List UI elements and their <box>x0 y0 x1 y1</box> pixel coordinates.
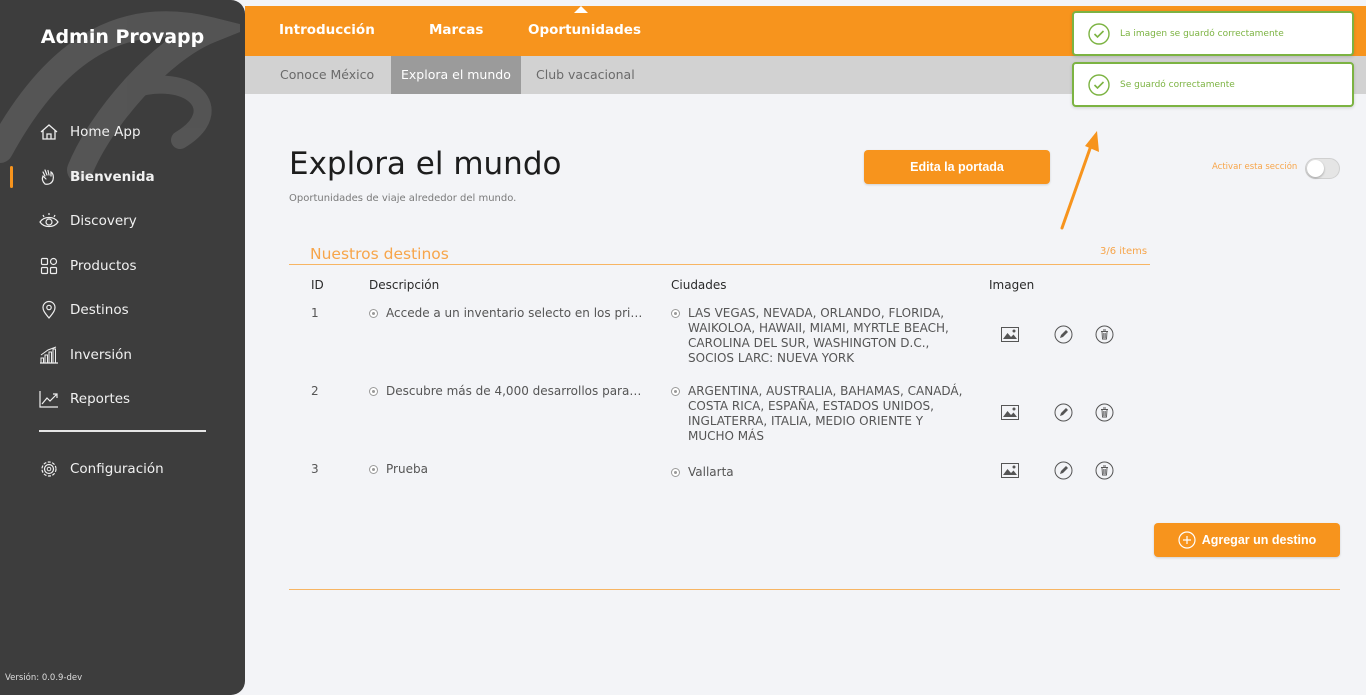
sidebar-item-label: Inversión <box>70 346 132 363</box>
sidebar-item-home-app[interactable]: Home App <box>0 110 245 155</box>
page-title: Explora el mundo <box>289 146 562 182</box>
sidebar-item-destinos[interactable]: Destinos <box>0 288 245 333</box>
sidebar-item-label: Bienvenida <box>70 168 155 185</box>
subtab-club-vacacional[interactable]: Club vacacional <box>526 56 645 94</box>
tab-introduccion[interactable]: Introducción <box>279 22 375 38</box>
sidebar-item-label: Reportes <box>70 391 131 408</box>
gear-icon <box>38 458 60 480</box>
sidebar-item-bienvenida[interactable]: Bienvenida <box>0 155 245 200</box>
grid-icon <box>38 255 60 277</box>
image-icon[interactable] <box>1000 460 1020 480</box>
row-id: 2 <box>311 384 319 398</box>
bullet-icon <box>671 468 680 477</box>
line-chart-icon <box>38 388 60 410</box>
sidebar-item-label: Home App <box>70 124 141 141</box>
active-tab-indicator <box>574 6 588 13</box>
bullet-icon <box>369 309 378 318</box>
toast-image-saved: La imagen se guardó correctamente <box>1072 11 1354 56</box>
wave-hand-icon <box>38 166 60 188</box>
sidebar: Admin Provapp Home App Bienvenida Discov… <box>0 0 245 695</box>
annotation-arrow-icon <box>1060 131 1099 230</box>
subtab-explora-el-mundo[interactable]: Explora el mundo <box>391 56 521 94</box>
check-circle-icon <box>1088 22 1110 45</box>
row-id: 3 <box>311 462 319 476</box>
column-header-cities: Ciudades <box>671 278 727 292</box>
edit-icon[interactable] <box>1053 460 1073 480</box>
toast-saved: Se guardó correctamente <box>1072 62 1354 107</box>
section-divider <box>289 264 1150 265</box>
sidebar-nav: Home App Bienvenida Discovery Productos … <box>0 110 245 422</box>
toggle-knob <box>1307 160 1324 177</box>
sidebar-item-productos[interactable]: Productos <box>0 244 245 289</box>
bar-chart-icon <box>38 344 60 366</box>
row-description: Prueba <box>369 462 644 477</box>
toggle-label: Activar esta sección <box>1212 162 1298 172</box>
edit-icon[interactable] <box>1053 324 1073 344</box>
column-header-image: Imagen <box>989 278 1035 292</box>
page-subtitle: Oportunidades de viaje alrededor del mun… <box>289 193 517 204</box>
image-icon[interactable] <box>1000 324 1020 344</box>
row-description: Accede a un inventario selecto en los pr… <box>369 306 644 321</box>
add-destination-label: Agregar un destino <box>1201 533 1317 547</box>
sidebar-item-label: Configuración <box>70 461 164 478</box>
location-pin-icon <box>38 299 60 321</box>
bullet-icon <box>369 387 378 396</box>
brand-title: Admin Provapp <box>40 26 205 48</box>
sidebar-item-inversion[interactable]: Inversión <box>0 333 245 378</box>
bullet-icon <box>369 465 378 474</box>
add-destination-button[interactable]: Agregar un destino <box>1154 523 1340 557</box>
sidebar-divider <box>39 430 206 432</box>
activate-section-toggle[interactable] <box>1305 158 1340 179</box>
tab-oportunidades[interactable]: Oportunidades <box>528 22 641 38</box>
row-cities: Vallarta <box>671 465 971 480</box>
image-icon[interactable] <box>1000 402 1020 422</box>
home-icon <box>38 121 60 143</box>
sidebar-item-discovery[interactable]: Discovery <box>0 199 245 244</box>
items-count: 3/6 items <box>1100 246 1148 257</box>
subtab-conoce-mexico[interactable]: Conoce México <box>270 56 384 94</box>
bullet-icon <box>671 387 680 396</box>
bullet-icon <box>671 309 680 318</box>
plus-circle-icon <box>1178 531 1196 549</box>
toast-message: La imagen se guardó correctamente <box>1120 28 1284 39</box>
check-circle-icon <box>1088 73 1110 96</box>
app-version: Versión: 0.0.9-dev <box>5 673 83 683</box>
row-cities: ARGENTINA, AUSTRALIA, BAHAMAS, CANADÁ, C… <box>671 384 971 444</box>
sidebar-item-label: Destinos <box>70 302 129 319</box>
edit-icon[interactable] <box>1053 402 1073 422</box>
bottom-divider <box>289 589 1340 590</box>
delete-icon[interactable] <box>1094 324 1114 344</box>
row-cities: LAS VEGAS, NEVADA, ORLANDO, FLORIDA, WAI… <box>671 306 971 366</box>
edit-cover-button[interactable]: Edita la portada <box>864 150 1050 184</box>
delete-icon[interactable] <box>1094 402 1114 422</box>
sidebar-item-label: Productos <box>70 257 137 274</box>
sidebar-item-label: Discovery <box>70 213 137 230</box>
eye-icon <box>38 210 60 232</box>
row-id: 1 <box>311 306 319 320</box>
sidebar-item-reportes[interactable]: Reportes <box>0 377 245 422</box>
toast-message: Se guardó correctamente <box>1120 79 1235 90</box>
row-description: Descubre más de 4,000 desarrollos para o… <box>369 384 644 399</box>
section-title: Nuestros destinos <box>310 245 449 263</box>
column-header-description: Descripción <box>369 278 440 292</box>
delete-icon[interactable] <box>1094 460 1114 480</box>
sidebar-config: Configuración <box>0 447 245 492</box>
sidebar-item-configuracion[interactable]: Configuración <box>0 447 245 492</box>
column-header-id: ID <box>311 278 324 292</box>
tab-marcas[interactable]: Marcas <box>429 22 483 38</box>
